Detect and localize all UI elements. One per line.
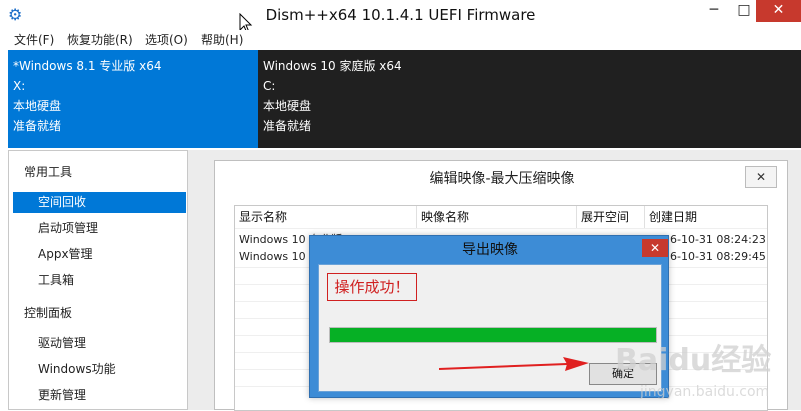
sidebar-group-tools: 常用工具	[24, 165, 73, 179]
sidebar-item-updates[interactable]: 更新管理	[13, 385, 186, 406]
sidebar-group-control-panel: 控制面板	[24, 306, 73, 320]
close-button[interactable]: ✕	[756, 0, 801, 22]
baidu-jingyan-watermark: Baidu经验 jingyan.baidu.com	[615, 343, 771, 400]
edit-dialog-title: 编辑映像-最大压缩映像	[429, 171, 575, 187]
sidebar-item-toolbox[interactable]: 工具箱	[13, 270, 186, 291]
maximize-button[interactable]: □	[730, 0, 758, 22]
session-disk-type: 本地硬盘	[263, 99, 312, 113]
column-header-image-name[interactable]: 映像名称	[417, 206, 577, 228]
sidebar-item-drivers[interactable]: 驱动管理	[13, 333, 186, 354]
session-panel-win10[interactable]: Windows 10 家庭版 x64 C: 本地硬盘 准备就绪	[258, 50, 801, 148]
window-title: Dism++x64 10.1.4.1 UEFI Firmware	[265, 6, 536, 24]
export-dialog-title: 导出映像	[462, 242, 518, 258]
menu-help[interactable]: 帮助(H)	[201, 30, 243, 50]
session-disk-type: 本地硬盘	[13, 99, 62, 113]
menu-file[interactable]: 文件(F)	[14, 30, 54, 50]
column-header-created-date[interactable]: 创建日期	[645, 206, 767, 228]
sidebar-item-appx[interactable]: Appx管理	[13, 244, 186, 265]
session-drive: X:	[13, 79, 26, 93]
session-status: 准备就绪	[263, 119, 312, 133]
watermark-subtext: jingyan.baidu.com	[639, 384, 769, 400]
menu-recovery[interactable]: 恢复功能(R)	[67, 30, 133, 50]
session-os-name: *Windows 8.1 专业版 x64	[13, 59, 162, 73]
minimize-button[interactable]: ─	[700, 0, 728, 22]
title-bar: ⚙ Dism++x64 10.1.4.1 UEFI Firmware ─ □ ✕	[0, 0, 801, 30]
sidebar: 常用工具 空间回收 启动项管理 Appx管理 工具箱 控制面板 驱动管理 Win…	[8, 150, 188, 410]
column-header-display-name[interactable]: 显示名称	[235, 206, 417, 228]
menu-options[interactable]: 选项(O)	[145, 30, 188, 50]
red-arrow-annotation-icon	[439, 357, 589, 371]
sidebar-item-windows-features[interactable]: Windows功能	[13, 359, 186, 380]
session-panel-win81[interactable]: *Windows 8.1 专业版 x64 X: 本地硬盘 准备就绪	[8, 50, 258, 148]
menu-bar: 文件(F) 恢复功能(R) 选项(O) 帮助(H)	[0, 30, 801, 50]
session-os-name: Windows 10 家庭版 x64	[263, 59, 402, 73]
export-dialog-close-button[interactable]: ✕	[642, 239, 668, 257]
watermark-text: Baidu经验	[615, 343, 771, 378]
session-status: 准备就绪	[13, 119, 62, 133]
column-header-expand-size[interactable]: 展开空间	[577, 206, 645, 228]
edit-dialog-close-button[interactable]: ✕	[745, 166, 777, 188]
session-drive: C:	[263, 79, 276, 93]
success-message: 操作成功！	[327, 273, 417, 301]
sidebar-item-space-reclaim[interactable]: 空间回收	[13, 192, 186, 213]
sidebar-item-startup[interactable]: 启动项管理	[13, 218, 186, 239]
